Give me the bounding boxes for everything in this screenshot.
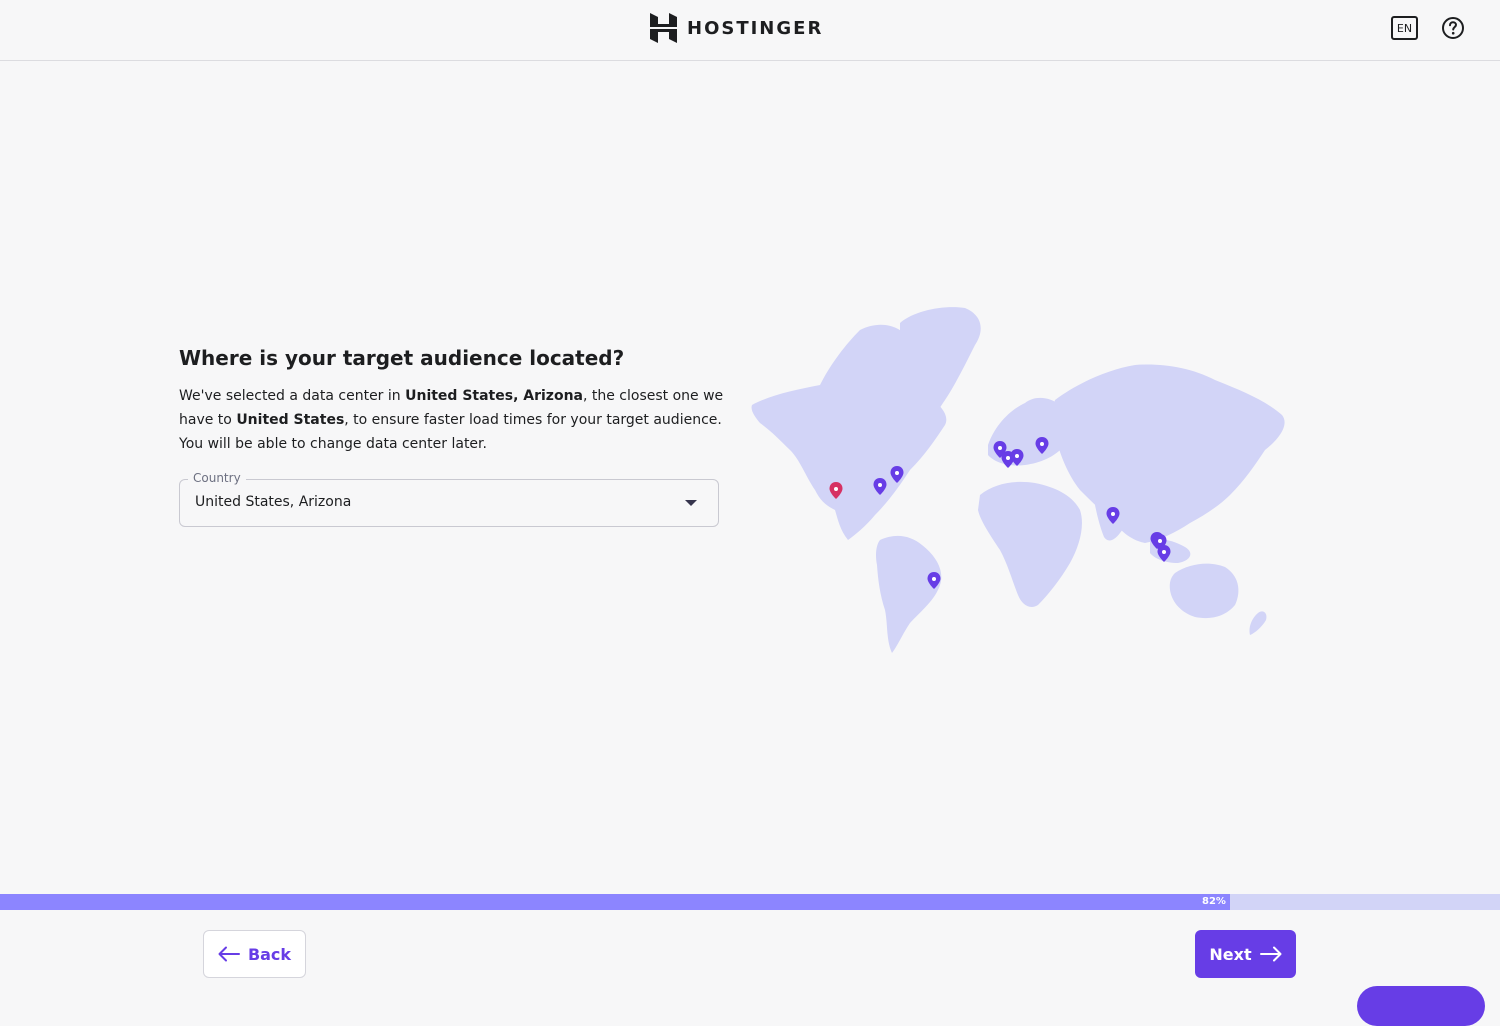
description-datacenter: United States, Arizona — [405, 388, 583, 404]
description-text-1: We've selected a data center in — [179, 388, 406, 404]
map-landmass — [751, 307, 1285, 653]
hostinger-logo[interactable]: HOSTINGER — [650, 13, 823, 43]
page-description: We've selected a data center in United S… — [179, 384, 724, 456]
description-country: United States — [236, 412, 345, 428]
top-bar: HOSTINGER EN — [0, 0, 1500, 61]
language-button[interactable]: EN — [1391, 16, 1418, 40]
help-button[interactable] — [1441, 16, 1465, 40]
progress-bar: 82% — [0, 894, 1500, 910]
progress-percent-label: 82% — [1202, 896, 1226, 907]
south-america-shape — [876, 535, 942, 653]
country-select-label: Country — [188, 471, 246, 485]
question-circle-icon — [1442, 17, 1464, 39]
chat-button[interactable] — [1357, 986, 1485, 1026]
next-button-label: Next — [1209, 944, 1252, 964]
back-button-label: Back — [247, 944, 292, 964]
australia-shape — [1169, 563, 1239, 619]
selected-pin-dot — [834, 487, 838, 491]
asia-shape — [1052, 364, 1285, 543]
arrow-left-icon — [218, 946, 240, 962]
progress-bar-fill — [0, 894, 1230, 910]
new-zealand-shape — [1249, 611, 1267, 635]
hostinger-h-icon — [650, 13, 677, 43]
back-button[interactable]: Back — [203, 930, 306, 978]
world-map — [751, 307, 1285, 653]
arrow-right-icon — [1259, 946, 1282, 962]
page-title: Where is your target audience located? — [179, 346, 625, 370]
chevron-down-icon — [685, 500, 697, 506]
country-select-value: United States, Arizona — [195, 494, 352, 510]
brand-name: HOSTINGER — [687, 17, 824, 39]
country-select[interactable]: Country United States, Arizona — [179, 471, 719, 527]
next-button[interactable]: Next — [1195, 930, 1296, 978]
africa-shape — [978, 481, 1082, 607]
